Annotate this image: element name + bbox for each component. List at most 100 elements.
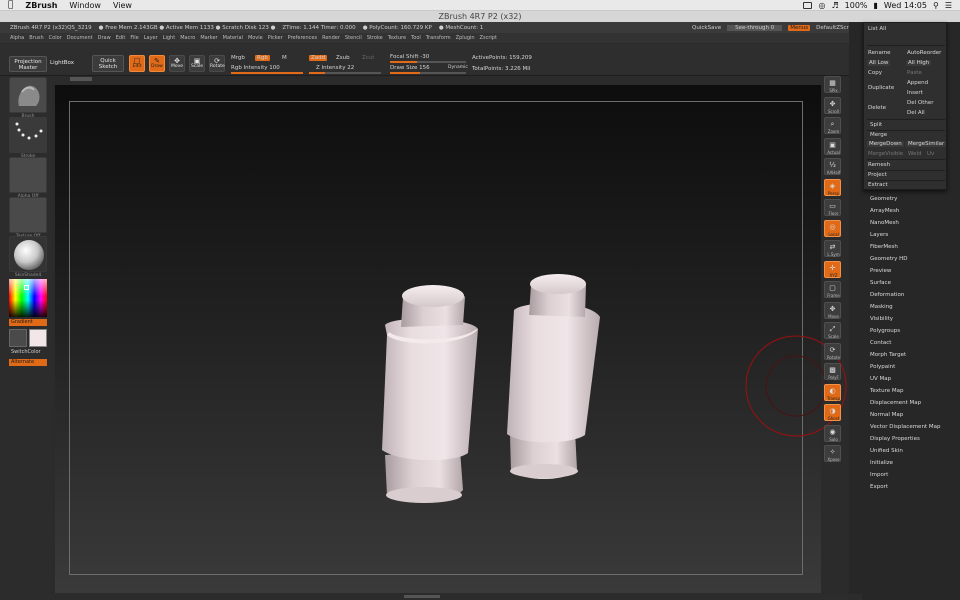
draw-button[interactable]: ✎ Draw xyxy=(149,55,165,72)
edit-button[interactable]: □ Edit xyxy=(129,55,145,72)
tool-menu-fibermesh[interactable]: FiberMesh xyxy=(870,244,898,250)
mergevisible-button[interactable]: MergeVisible xyxy=(868,151,903,157)
split-button[interactable]: Split xyxy=(870,122,882,128)
project-button[interactable]: Project xyxy=(868,172,887,178)
menu-movie[interactable]: Movie xyxy=(248,35,263,41)
switchcolor-button[interactable]: SwitchColor xyxy=(9,349,47,356)
zcut-button[interactable]: Zcut xyxy=(362,55,374,61)
menu-stroke[interactable]: Stroke xyxy=(367,35,383,41)
tool-menu-displacement-map[interactable]: Displacement Map xyxy=(870,400,921,406)
strip-xyz-button[interactable]: ✛ XYZ xyxy=(824,260,841,278)
rgb-button[interactable]: Rgb xyxy=(255,55,270,61)
tool-menu-geometry-hd[interactable]: Geometry HD xyxy=(870,256,908,262)
tool-menu-polygroups[interactable]: Polygroups xyxy=(870,328,900,334)
menu-stencil[interactable]: Stencil xyxy=(345,35,362,41)
focal-shift-track[interactable] xyxy=(390,61,466,63)
menu-material[interactable]: Material xyxy=(223,35,243,41)
strip-transp-button[interactable]: ◐ Transp xyxy=(824,383,841,401)
clock[interactable]: Wed 14:05 xyxy=(884,1,927,10)
append-button[interactable]: Append xyxy=(907,80,928,86)
rgb-intensity-track[interactable] xyxy=(231,72,303,74)
quicksave-button[interactable]: QuickSave xyxy=(692,25,721,31)
menu-zscript[interactable]: Zscript xyxy=(480,35,497,41)
menu-alpha[interactable]: Alpha xyxy=(10,35,24,41)
tool-menu-import[interactable]: Import xyxy=(870,472,888,478)
move-button[interactable]: ✥ Move xyxy=(169,55,185,72)
strip-l-sym-button[interactable]: ⇄ L.Sym xyxy=(824,240,841,257)
search-icon[interactable]: ⚲ xyxy=(933,1,939,10)
draw-size-slider[interactable]: Draw Size 156 xyxy=(390,65,430,71)
tool-menu-layers[interactable]: Layers xyxy=(870,232,888,238)
delete-button[interactable]: Delete xyxy=(868,105,886,111)
material-thumbnail[interactable]: SkinShade4 xyxy=(9,236,47,278)
strip-xpose-button[interactable]: ✧ Xpose xyxy=(824,445,841,462)
strip-zoom-button[interactable]: ⌕ Zoom xyxy=(824,117,841,134)
paste-button[interactable]: Paste xyxy=(907,70,922,76)
mesh-right-piece[interactable] xyxy=(507,274,600,480)
tool-menu-unified-skin[interactable]: Unified Skin xyxy=(870,448,903,454)
tool-menu-morph-target[interactable]: Morph Target xyxy=(870,352,906,358)
menu-picker[interactable]: Picker xyxy=(268,35,283,41)
strip-persp-button[interactable]: ◈ Persp xyxy=(824,178,841,196)
mergesimilar-button[interactable]: MergeSimilar xyxy=(906,141,947,147)
extract-button[interactable]: Extract xyxy=(868,182,888,188)
weld-button[interactable]: Weld xyxy=(908,151,922,157)
menu-app-name[interactable]: ZBrush xyxy=(19,0,63,11)
bottom-scroll-indicator[interactable] xyxy=(404,595,440,598)
strip-floor-button[interactable]: ▭ Floor xyxy=(824,199,841,216)
mergedown-button[interactable]: MergeDown xyxy=(867,141,904,147)
insert-button[interactable]: Insert xyxy=(907,90,923,96)
rename-button[interactable]: Rename xyxy=(868,50,891,56)
tool-menu-normal-map[interactable]: Normal Map xyxy=(870,412,903,418)
tool-menu-vector-displacement-map[interactable]: Vector Displacement Map xyxy=(870,424,940,430)
mrgb-button[interactable]: Mrgb xyxy=(231,55,245,61)
viewport-mesh[interactable] xyxy=(55,85,821,593)
status-app-icon[interactable] xyxy=(803,1,813,9)
tool-menu-surface[interactable]: Surface xyxy=(870,280,891,286)
menu-edit[interactable]: Edit xyxy=(116,35,126,41)
mesh-left-piece[interactable] xyxy=(382,285,478,503)
menus-button[interactable]: Menus xyxy=(788,24,811,31)
lightbox-button[interactable]: LightBox xyxy=(50,60,74,66)
zsub-button[interactable]: Zsub xyxy=(336,55,350,61)
stroke-thumbnail[interactable]: Stroke xyxy=(9,117,47,159)
menu-layer[interactable]: Layer xyxy=(144,35,158,41)
dynamic-button[interactable]: Dynamic xyxy=(448,65,468,70)
tool-menu-arraymesh[interactable]: ArrayMesh xyxy=(870,208,899,214)
menu-marker[interactable]: Marker xyxy=(200,35,217,41)
document-canvas[interactable] xyxy=(55,85,821,593)
tool-menu-initialize[interactable]: Initialize xyxy=(870,460,893,466)
uv-button[interactable]: Uv xyxy=(927,151,934,157)
menu-color[interactable]: Color xyxy=(49,35,62,41)
focal-shift-slider[interactable]: Focal Shift -30 xyxy=(390,54,429,60)
draw-size-track[interactable] xyxy=(390,72,466,74)
top-scroll-indicator[interactable] xyxy=(70,77,92,81)
strip-ghost-button[interactable]: ◑ Ghost xyxy=(824,404,841,421)
tool-menu-contact[interactable]: Contact xyxy=(870,340,891,346)
menu-light[interactable]: Light xyxy=(163,35,175,41)
all-high-button[interactable]: All High xyxy=(906,60,932,66)
merge-button[interactable]: Merge xyxy=(870,132,887,138)
brush-thumbnail[interactable]: Brush xyxy=(9,77,47,119)
menu-document[interactable]: Document xyxy=(67,35,93,41)
autoreorder-button[interactable]: AutoReorder xyxy=(907,50,941,56)
tool-menu-texture-map[interactable]: Texture Map xyxy=(870,388,904,394)
all-low-button[interactable]: All Low xyxy=(867,60,891,66)
list-all-button[interactable]: List All xyxy=(868,26,886,32)
tool-menu-deformation[interactable]: Deformation xyxy=(870,292,904,298)
menu-list-icon[interactable]: ☰ xyxy=(945,1,952,10)
menu-view[interactable]: View xyxy=(107,0,138,11)
strip-scroll-button[interactable]: ✥ Scroll xyxy=(824,96,841,114)
secondary-color-swatch[interactable] xyxy=(29,329,47,347)
z-intensity-track[interactable] xyxy=(309,72,381,74)
rgb-intensity-slider[interactable]: Rgb Intensity 100 xyxy=(231,65,280,71)
strip-actual-button[interactable]: ▣ Actual xyxy=(824,137,841,155)
tool-menu-masking[interactable]: Masking xyxy=(870,304,893,310)
tool-menu-preview[interactable]: Preview xyxy=(870,268,891,274)
tool-menu-display-properties[interactable]: Display Properties xyxy=(870,436,920,442)
tool-menu-uv-map[interactable]: UV Map xyxy=(870,376,891,382)
menu-tool[interactable]: Tool xyxy=(411,35,421,41)
tool-menu-geometry[interactable]: Geometry xyxy=(870,196,897,202)
wifi-icon[interactable]: ◎ xyxy=(818,1,825,10)
rotate-button[interactable]: ⟳ Rotate xyxy=(209,55,225,72)
